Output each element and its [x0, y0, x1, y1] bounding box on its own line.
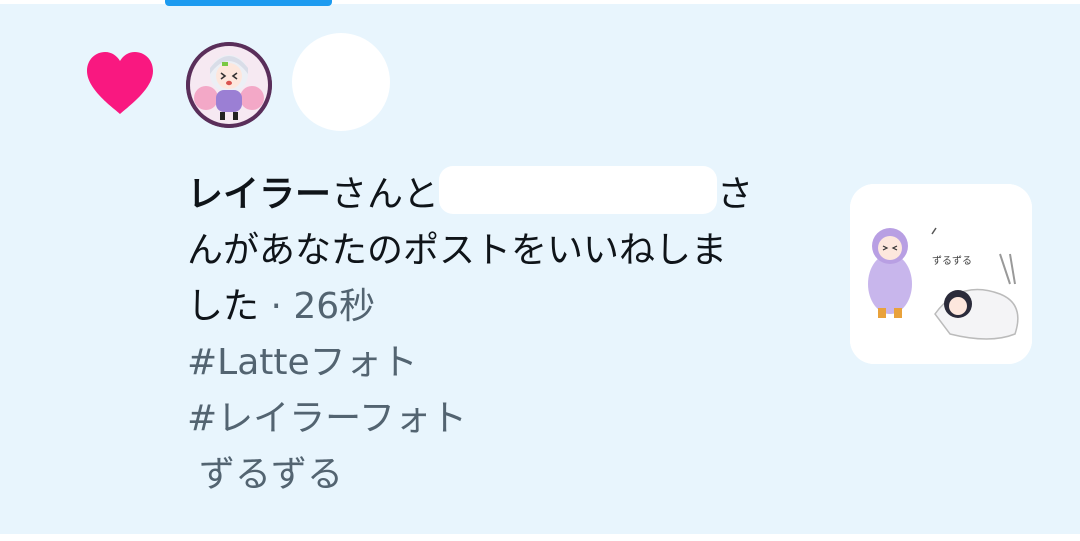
- post-caption: ずるずる: [199, 454, 344, 495]
- separator-dot: ·: [270, 286, 282, 327]
- hashtag-latte[interactable]: #Latteフォト: [187, 335, 827, 391]
- notification-card[interactable]: レイラーさんと さ んがあなたのポストをいいねしま した · 26秒 #Latte…: [0, 0, 1080, 534]
- redacted-name: [439, 166, 718, 214]
- svg-text:ずるずる: ずるずる: [932, 255, 972, 267]
- heart-icon: [83, 50, 157, 118]
- avatar-leila[interactable]: [186, 42, 272, 128]
- timestamp: 26秒: [293, 286, 376, 327]
- text-shita: した: [187, 286, 260, 327]
- hashtag-leila[interactable]: #レイラーフォト: [187, 391, 827, 447]
- notification-line-3: した · 26秒: [187, 279, 827, 335]
- text-san-to: さんと: [331, 174, 440, 215]
- tab-indicator: [165, 0, 332, 6]
- actor-name[interactable]: レイラー: [187, 174, 331, 215]
- notification-line-1: レイラーさんと さ: [187, 166, 827, 223]
- notification-line-2: んがあなたのポストをいいねしま: [187, 230, 728, 271]
- avatar-redacted[interactable]: [292, 33, 390, 131]
- notification-text: レイラーさんと さ んがあなたのポストをいいねしま した · 26秒 #Latte…: [187, 166, 827, 503]
- post-thumbnail[interactable]: ずるずる: [850, 184, 1032, 364]
- text-san: さ: [717, 174, 754, 215]
